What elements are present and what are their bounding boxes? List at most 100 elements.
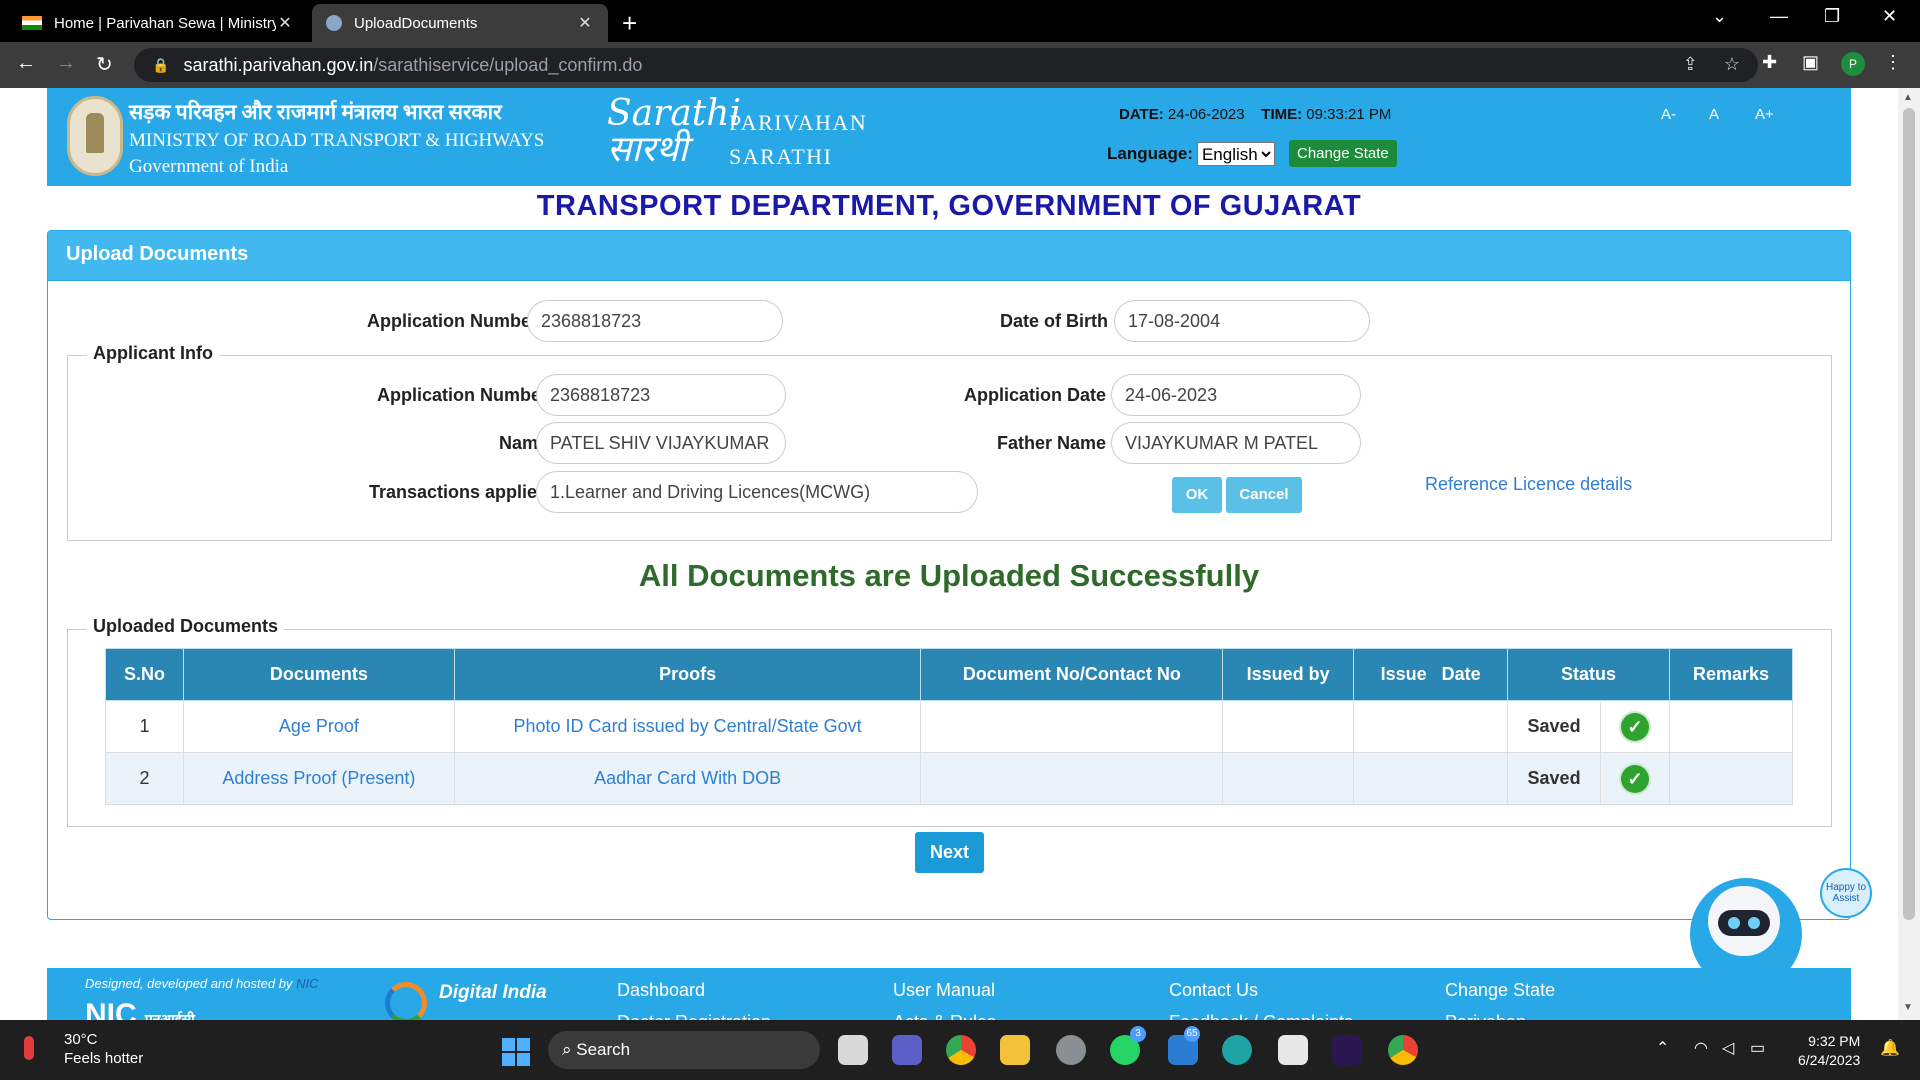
- search-app-no-field[interactable]: 2368818723: [527, 300, 783, 342]
- volume-icon[interactable]: ◁: [1722, 1038, 1734, 1058]
- page-scrollbar[interactable]: ▲ ▼: [1898, 88, 1920, 1020]
- name-field[interactable]: PATEL SHIV VIJAYKUMAR: [536, 422, 786, 464]
- profile-avatar[interactable]: P: [1841, 52, 1865, 76]
- battery-icon[interactable]: ▭: [1750, 1038, 1765, 1058]
- document-link[interactable]: Age Proof: [182, 700, 455, 753]
- footer-link-feedback[interactable]: Feedback / Complaints: [1169, 1012, 1353, 1020]
- microsoft-store-icon[interactable]: [1278, 1035, 1308, 1065]
- col-status: Status: [1507, 648, 1670, 701]
- tray-overflow-chevron-icon[interactable]: ⌃: [1656, 1038, 1669, 1058]
- tab-title: UploadDocuments: [354, 14, 478, 32]
- col-document-no: Document No/Contact No: [920, 648, 1224, 701]
- teams-chat-icon[interactable]: [892, 1035, 922, 1065]
- browser-tab-strip: Home | Parivahan Sewa | Ministry ✕ Uploa…: [0, 0, 1920, 42]
- windows-taskbar: 30°C Feels hotter ⌕ Search 3 65 ⌃ ◠ ◁ ▭ …: [0, 1020, 1920, 1080]
- scroll-up-icon[interactable]: ▲: [1903, 92, 1913, 103]
- national-emblem-icon: [67, 96, 123, 176]
- chatbot-assistant[interactable]: [1690, 868, 1802, 992]
- name-label: Name: [498, 433, 548, 453]
- reference-licence-link[interactable]: Reference Licence details: [1425, 474, 1632, 495]
- language-dropdown[interactable]: English: [1196, 142, 1275, 166]
- proof-link[interactable]: Photo ID Card issued by Central/State Go…: [453, 700, 922, 753]
- reload-icon[interactable]: ↻: [96, 52, 113, 77]
- date-time-display: DATE: 24-06-2023 TIME: 09:33:21 PM: [1119, 106, 1392, 123]
- table-row: 1 Age Proof Photo ID Card issued by Cent…: [105, 700, 1794, 753]
- windows-start-icon[interactable]: [502, 1038, 530, 1066]
- designed-by-org[interactable]: NIC: [296, 976, 318, 991]
- back-arrow-icon[interactable]: ←: [16, 52, 36, 75]
- document-link[interactable]: Address Proof (Present): [182, 752, 455, 805]
- font-normal-button[interactable]: A: [1709, 106, 1719, 123]
- happy-to-assist-bubble[interactable]: Happy to Assist: [1820, 868, 1872, 918]
- minimize-icon[interactable]: —: [1770, 6, 1788, 27]
- footer-link-contact-us[interactable]: Contact Us: [1169, 980, 1258, 1001]
- web-page: सड़क परिवहन और राजमार्ग मंत्रालय भारत सर…: [0, 88, 1898, 1020]
- new-tab-plus-icon[interactable]: +: [622, 8, 637, 39]
- cell-document-no: [920, 752, 1224, 805]
- footer-link-parivahan[interactable]: Parivahan: [1445, 1012, 1526, 1020]
- font-increase-button[interactable]: A+: [1755, 106, 1774, 123]
- proof-link[interactable]: Aadhar Card With DOB: [453, 752, 922, 805]
- extensions-puzzle-icon[interactable]: ✚: [1762, 52, 1777, 73]
- sarathi-logo[interactable]: Sarathi सारथी: [607, 96, 741, 174]
- footer-link-doctor-registration[interactable]: Doctor Registration: [617, 1012, 771, 1020]
- weather-widget[interactable]: 30°C Feels hotter: [24, 1030, 144, 1068]
- table-header-row: S.No Documents Proofs Document No/Contac…: [105, 648, 1794, 701]
- close-window-icon[interactable]: ✕: [1882, 6, 1897, 27]
- tab-home-parivahan[interactable]: Home | Parivahan Sewa | Ministry ✕: [8, 4, 308, 42]
- father-name-label: Father Name: [996, 433, 1106, 453]
- footer-link-user-manual[interactable]: User Manual: [893, 980, 995, 1001]
- transactions-field[interactable]: 1.Learner and Driving Licences(MCWG): [536, 471, 978, 513]
- parivahan-sarathi-wordmark: PARIVAHAN SARATHI: [729, 110, 868, 169]
- tab-upload-documents[interactable]: UploadDocuments ✕: [312, 4, 608, 42]
- url-omnibox[interactable]: 🔒 sarathi.parivahan.gov.in/sarathiservic…: [134, 48, 1758, 82]
- scroll-down-icon[interactable]: ▼: [1903, 1002, 1913, 1013]
- father-name-field[interactable]: VIJAYKUMAR M PATEL: [1111, 422, 1361, 464]
- temperature: 30°C: [64, 1031, 98, 1048]
- task-view-icon[interactable]: [838, 1035, 868, 1065]
- side-panel-icon[interactable]: ▣: [1802, 52, 1819, 73]
- scrollbar-thumb[interactable]: [1903, 108, 1915, 920]
- close-tab-icon[interactable]: ✕: [576, 13, 594, 33]
- footer-link-dashboard[interactable]: Dashboard: [617, 980, 705, 1001]
- uploaded-documents-legend: Uploaded Documents: [87, 616, 285, 637]
- lock-icon[interactable]: 🔒: [152, 57, 169, 74]
- tab-search-chevron-icon[interactable]: ⌄: [1712, 6, 1727, 27]
- dob-field[interactable]: 17-08-2004: [1114, 300, 1370, 342]
- footer-link-acts-rules[interactable]: Acts & Rules: [893, 1012, 996, 1020]
- weather-note: Feels hotter: [64, 1050, 144, 1067]
- cell-issue-date: [1353, 752, 1509, 805]
- change-state-button[interactable]: Change State: [1289, 140, 1397, 167]
- mail-badge: 65: [1184, 1026, 1200, 1042]
- restore-icon[interactable]: ❐: [1824, 6, 1840, 27]
- edge-icon[interactable]: [1222, 1035, 1252, 1065]
- premiere-pro-icon[interactable]: [1332, 1035, 1362, 1065]
- applicant-info-legend: Applicant Info: [87, 343, 219, 364]
- share-icon[interactable]: ⇪: [1683, 54, 1698, 75]
- next-button[interactable]: Next: [915, 832, 984, 873]
- browser-menu-icon[interactable]: ⋮: [1884, 52, 1902, 73]
- forward-arrow-icon[interactable]: →: [56, 52, 76, 75]
- cancel-button[interactable]: Cancel: [1226, 477, 1302, 513]
- font-decrease-button[interactable]: A-: [1661, 106, 1676, 123]
- col-documents: Documents: [182, 648, 455, 701]
- cell-status-icon: ✓: [1600, 752, 1670, 805]
- notification-bell-icon[interactable]: 🔔: [1880, 1038, 1900, 1058]
- success-message: All Documents are Uploaded Successfully: [638, 558, 1260, 593]
- bookmark-star-icon[interactable]: ☆: [1724, 54, 1740, 75]
- wifi-icon[interactable]: ◠: [1694, 1038, 1708, 1058]
- footer-link-change-state[interactable]: Change State: [1445, 980, 1555, 1001]
- system-clock[interactable]: 9:32 PM 6/24/2023: [1798, 1032, 1860, 1070]
- settings-gear-icon[interactable]: [1056, 1035, 1086, 1065]
- cell-remarks: [1668, 700, 1794, 753]
- ok-button[interactable]: OK: [1172, 477, 1222, 513]
- file-explorer-icon[interactable]: [1000, 1035, 1030, 1065]
- transactions-label: Transactions applied: [368, 482, 548, 502]
- cell-status: Saved: [1507, 752, 1602, 805]
- chrome-icon[interactable]: [946, 1035, 976, 1065]
- applicant-app-no-field[interactable]: 2368818723: [536, 374, 786, 416]
- taskbar-search[interactable]: ⌕ Search: [548, 1031, 820, 1069]
- application-date-field[interactable]: 24-06-2023: [1111, 374, 1361, 416]
- close-tab-icon[interactable]: ✕: [276, 13, 294, 33]
- chrome-profile-icon[interactable]: [1388, 1035, 1418, 1065]
